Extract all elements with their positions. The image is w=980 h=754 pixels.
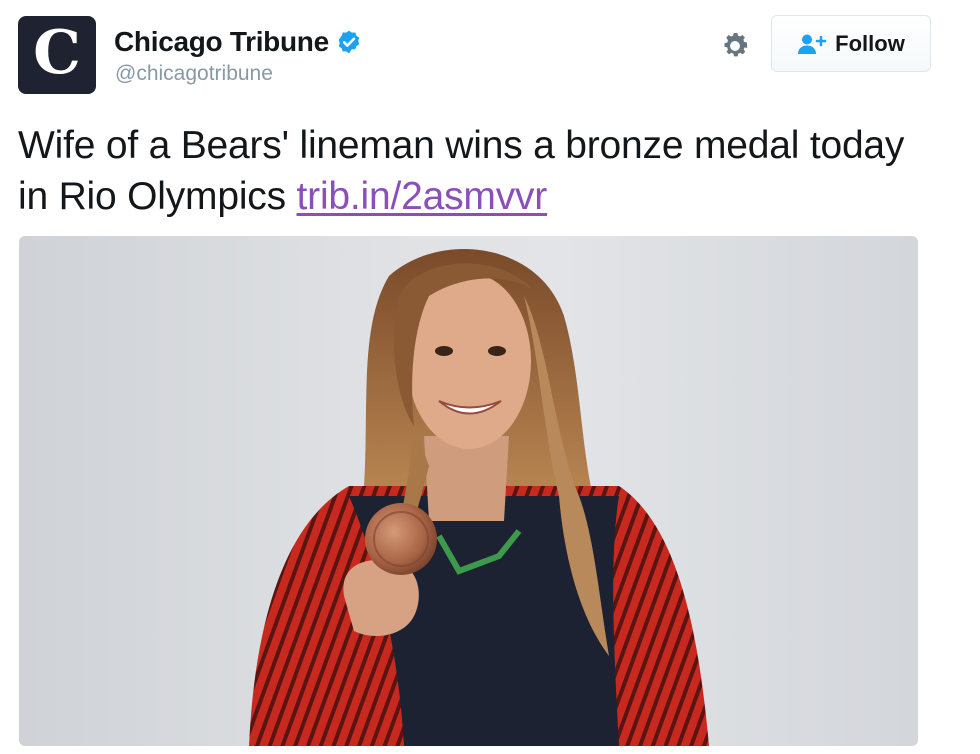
tweet-photo[interactable] [19, 236, 918, 746]
display-name[interactable]: Chicago Tribune [114, 26, 329, 58]
gear-icon[interactable] [718, 29, 752, 63]
add-user-icon [798, 34, 827, 54]
follow-label: Follow [835, 30, 905, 56]
tweet-text: Wife of a Bears' lineman wins a bronze m… [18, 120, 918, 222]
tweet-link[interactable]: trib.in/2asmvvr [297, 175, 548, 218]
avatar[interactable]: C [18, 16, 96, 94]
follow-button[interactable]: Follow [771, 15, 931, 72]
medalist-photo-illustration [249, 249, 709, 746]
verified-badge-icon [338, 30, 360, 54]
user-handle[interactable]: @chicagotribune [115, 62, 273, 86]
name-row: Chicago Tribune [114, 26, 362, 58]
avatar-logo-letter: C [33, 18, 81, 88]
